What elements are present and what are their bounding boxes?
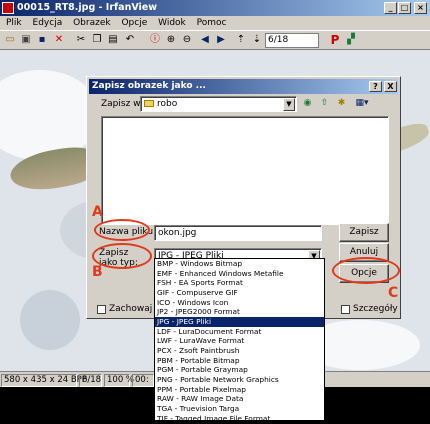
- chevron-down-icon[interactable]: ▼: [283, 98, 295, 111]
- save-in-select[interactable]: robo ▼: [140, 96, 297, 112]
- status-zoom: 100 %: [104, 374, 134, 387]
- paste-icon[interactable]: ▤: [106, 33, 120, 47]
- format-option[interactable]: TIF - Tagged Image File Format: [155, 414, 324, 424]
- maximize-button[interactable]: □: [398, 2, 411, 14]
- status-page: 6/18: [79, 374, 102, 387]
- irfanview-window: 00015_RT8.jpg - IrfanView _ □ × Plik Edy…: [0, 0, 430, 424]
- dialog-title: Zapisz obrazek jako ...: [92, 81, 206, 91]
- zoom-out-icon[interactable]: ⊖: [180, 33, 194, 47]
- undo-icon[interactable]: ↶: [123, 33, 137, 47]
- annotation-label-a: A: [92, 204, 103, 220]
- filetype-dropdown-list: BMP - Windows Bitmap EMF - Enhanced Wind…: [154, 258, 325, 424]
- previous-icon[interactable]: ◀: [198, 33, 212, 47]
- format-option[interactable]: PPM - Portable Pixelmap: [155, 385, 324, 395]
- title-bar: 00015_RT8.jpg - IrfanView _ □ ×: [0, 0, 430, 16]
- format-option[interactable]: FSH - EA Sports Format: [155, 278, 324, 288]
- format-option[interactable]: EMF - Enhanced Windows Metafile: [155, 269, 324, 279]
- format-option-selected[interactable]: JPG - JPEG Pliki: [155, 317, 324, 327]
- dialog-help-button[interactable]: ?: [369, 81, 382, 92]
- snow-patch: [0, 70, 100, 160]
- format-option[interactable]: GIF - Compuserve GIF: [155, 288, 324, 298]
- toolbar: ▭ ▣ ▪ ✕ ✂ ❐ ▤ ↶ ⓘ ⊕ ⊖ ◀ ▶ ⇡ ⇣ 6/18 P ▞: [0, 30, 430, 50]
- status-extra: 00:: [132, 374, 154, 387]
- save-in-value: robo: [157, 99, 178, 109]
- delete-icon[interactable]: ✕: [52, 33, 66, 47]
- save-button[interactable]: Zapisz: [339, 223, 389, 242]
- details-label: Szczegóły: [353, 304, 398, 314]
- format-option[interactable]: BMP - Windows Bitmap: [155, 259, 324, 269]
- window-title: 00015_RT8.jpg - IrfanView: [17, 2, 157, 13]
- format-option[interactable]: ICO - Windows Icon: [155, 298, 324, 308]
- dialog-title-bar: Zapisz obrazek jako ... ? X: [89, 79, 398, 94]
- close-button[interactable]: ×: [414, 2, 427, 14]
- annotation-label-c: C: [388, 285, 399, 301]
- format-option[interactable]: PGM - Portable Graymap: [155, 365, 324, 375]
- zoom-in-icon[interactable]: ⊕: [164, 33, 178, 47]
- format-option[interactable]: PCX - Zsoft Paintbrush: [155, 346, 324, 356]
- open-icon[interactable]: ▭: [3, 33, 17, 47]
- format-option[interactable]: PBM - Portable Bitmap: [155, 356, 324, 366]
- keep-checkbox[interactable]: [97, 305, 106, 314]
- dialog-close-button[interactable]: X: [384, 81, 397, 92]
- minimize-button[interactable]: _: [384, 2, 397, 14]
- slideshow-icon[interactable]: ▣: [19, 33, 33, 47]
- menu-plik[interactable]: Plik: [0, 16, 26, 30]
- up-folder-icon[interactable]: ⇧: [319, 98, 330, 109]
- save-icon[interactable]: ▪: [35, 33, 49, 47]
- app-icon: [2, 2, 14, 14]
- print-icon[interactable]: P: [328, 33, 342, 47]
- menu-widok[interactable]: Widok: [154, 16, 190, 30]
- copy-icon[interactable]: ❐: [90, 33, 104, 47]
- info-icon[interactable]: ⓘ: [148, 33, 162, 47]
- view-menu-icon[interactable]: ▦▾: [353, 98, 371, 109]
- format-option[interactable]: JP2 - JPEG2000 Format: [155, 307, 324, 317]
- format-option[interactable]: LWF - LuraWave Format: [155, 336, 324, 346]
- format-option[interactable]: TGA - Truevision Targa: [155, 404, 324, 414]
- folder-icon: [144, 100, 154, 107]
- page-indicator: 6/18: [265, 33, 319, 48]
- cut-icon[interactable]: ✂: [74, 33, 88, 47]
- status-dimensions: 580 x 435 x 24 BPP: [1, 374, 87, 387]
- format-option[interactable]: PNG - Portable Network Graphics: [155, 375, 324, 385]
- menu-bar: Plik Edycja Obrazek Opcje Widok Pomoc: [0, 16, 430, 30]
- back-icon[interactable]: ◉: [302, 98, 313, 109]
- next-icon[interactable]: ▶: [214, 33, 228, 47]
- last-icon[interactable]: ⇣: [250, 33, 264, 47]
- annotation-label-b: B: [92, 264, 103, 280]
- file-list[interactable]: [101, 116, 389, 225]
- annotation-circle-a: [94, 219, 150, 241]
- filename-field[interactable]: okon.jpg: [154, 225, 322, 241]
- menu-opcje[interactable]: Opcje: [117, 16, 151, 30]
- new-folder-icon[interactable]: ✱: [336, 98, 347, 109]
- menu-edycja[interactable]: Edycja: [29, 16, 67, 30]
- settings-icon[interactable]: ▞: [344, 33, 358, 47]
- first-icon[interactable]: ⇡: [234, 33, 248, 47]
- menu-pomoc[interactable]: Pomoc: [193, 16, 231, 30]
- details-checkbox[interactable]: [341, 305, 350, 314]
- menu-obrazek[interactable]: Obrazek: [69, 16, 115, 30]
- save-in-label: Zapisz w:: [101, 99, 144, 109]
- keep-label: Zachowaj: [109, 304, 153, 314]
- format-option[interactable]: LDF - LuraDocument Format: [155, 327, 324, 337]
- snow-patch: [20, 290, 80, 350]
- format-option[interactable]: RAW - RAW Image Data: [155, 394, 324, 404]
- annotation-circle-c: [332, 257, 400, 284]
